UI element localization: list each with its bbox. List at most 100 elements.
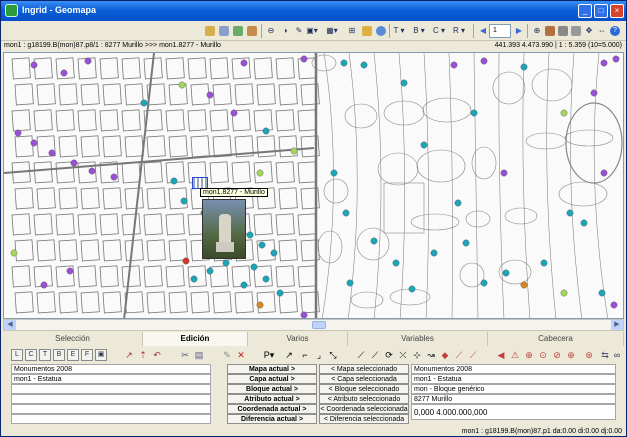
map-marker[interactable]: [88, 167, 96, 175]
toggle-icon[interactable]: ⇆: [599, 349, 611, 361]
select-icon[interactable]: ⇡: [137, 349, 149, 361]
hand-icon[interactable]: [544, 24, 556, 38]
map-marker[interactable]: [230, 109, 238, 117]
bloque-seleccionado-button[interactable]: < Bloque seleccionado: [319, 384, 409, 394]
p-menu[interactable]: P▾: [263, 349, 275, 361]
atributo-actual-button[interactable]: Atributo actual >: [227, 394, 317, 404]
map-marker[interactable]: [270, 249, 278, 257]
line-icon[interactable]: ↗: [283, 349, 295, 361]
undo-icon[interactable]: ↶: [151, 349, 163, 361]
map-marker[interactable]: [540, 259, 548, 267]
tab-edicion[interactable]: Edición: [143, 332, 248, 346]
map-canvas[interactable]: mon1.8277 - Murillo: [3, 52, 624, 319]
map-marker[interactable]: [470, 109, 478, 117]
map-marker[interactable]: [256, 169, 264, 177]
map-marker[interactable]: [566, 209, 574, 217]
diamond-icon[interactable]: ◆: [439, 349, 451, 361]
maximize-button[interactable]: □: [594, 4, 608, 18]
map-marker[interactable]: [182, 257, 190, 265]
map-marker[interactable]: [250, 263, 258, 271]
map-marker[interactable]: [262, 275, 270, 283]
scroll-right-icon[interactable]: ▶: [611, 320, 623, 330]
eye-icon[interactable]: [570, 24, 582, 38]
map-marker[interactable]: [502, 269, 510, 277]
map-marker[interactable]: [590, 89, 598, 97]
map-marker[interactable]: [30, 61, 38, 69]
bloque-actual-button[interactable]: Bloque actual >: [227, 384, 317, 394]
tool-f-icon[interactable]: F: [81, 349, 93, 361]
paint-icon[interactable]: ⟋: [467, 349, 479, 361]
grid-icon[interactable]: ▦▾: [326, 24, 338, 38]
map-marker[interactable]: [262, 127, 270, 135]
map-marker[interactable]: [500, 169, 508, 177]
draw-line-icon[interactable]: ⟋: [355, 349, 367, 361]
tool-e-icon[interactable]: E: [67, 349, 79, 361]
map-marker[interactable]: [30, 139, 38, 147]
map-hscrollbar[interactable]: ◀ ▶: [3, 319, 624, 331]
pan-icon[interactable]: ✥: [583, 24, 595, 38]
capa-actual-button[interactable]: Capa actual >: [227, 374, 317, 384]
prev-page-icon[interactable]: ◀: [477, 24, 489, 38]
split-icon[interactable]: ⤡: [327, 349, 339, 361]
street-map[interactable]: [4, 53, 624, 319]
delete-icon[interactable]: ✕: [235, 349, 247, 361]
pencil-icon[interactable]: ✎: [221, 349, 233, 361]
target-icon[interactable]: ⊕: [531, 24, 543, 38]
map-marker[interactable]: [454, 199, 462, 207]
tool-b-icon[interactable]: B: [53, 349, 65, 361]
scroll-left-icon[interactable]: ◀: [4, 320, 16, 330]
stop-icon[interactable]: ⊘: [551, 349, 563, 361]
map-marker[interactable]: [342, 209, 350, 217]
map-marker[interactable]: [346, 279, 354, 287]
next-page-icon[interactable]: ▶: [513, 24, 525, 38]
move-icon[interactable]: ⇔: [596, 24, 608, 38]
map-marker[interactable]: [66, 267, 74, 275]
map-marker[interactable]: [60, 69, 68, 77]
map-marker[interactable]: [598, 289, 606, 297]
map-marker[interactable]: [240, 59, 248, 67]
capa-seleccionada-button[interactable]: < Capa seleccionada: [319, 374, 409, 384]
scissors-icon[interactable]: ✂: [179, 349, 191, 361]
map-marker[interactable]: [222, 259, 230, 267]
globe-icon[interactable]: [375, 24, 387, 38]
map-marker[interactable]: [330, 169, 338, 177]
map-marker[interactable]: [392, 259, 400, 267]
join-icon[interactable]: ⊹: [411, 349, 423, 361]
draw-ray-icon[interactable]: ⟋: [369, 349, 381, 361]
corner-icon[interactable]: ⌟: [313, 349, 325, 361]
map-marker[interactable]: [84, 57, 92, 65]
export-icon[interactable]: [246, 24, 258, 38]
tool-t-icon[interactable]: T: [39, 349, 51, 361]
map-marker[interactable]: [40, 281, 48, 289]
diferencia-actual-button[interactable]: Diferencia actual >: [227, 414, 317, 424]
map-marker[interactable]: [560, 109, 568, 117]
back-icon[interactable]: ◀: [495, 349, 507, 361]
map-marker[interactable]: [206, 91, 214, 99]
map-marker[interactable]: [300, 311, 308, 318]
tab-varios[interactable]: Varios: [248, 332, 348, 346]
mapa-seleccionado-button[interactable]: < Mapa seleccionado: [319, 364, 409, 374]
map-marker[interactable]: [370, 237, 378, 245]
map-marker[interactable]: [206, 267, 214, 275]
circle-icon[interactable]: ⊖: [265, 24, 277, 38]
map-marker[interactable]: [580, 219, 588, 227]
nav-icon[interactable]: ⊕: [523, 349, 535, 361]
map-marker[interactable]: [246, 231, 254, 239]
target-edit-icon[interactable]: ⊕: [565, 349, 577, 361]
page-input[interactable]: 1: [489, 24, 511, 38]
atributo-seleccionado-button[interactable]: < Atributo seleccionado: [319, 394, 409, 404]
right-field[interactable]: 0,000 4.000.000,000: [411, 404, 616, 420]
zoom-icon[interactable]: [204, 24, 216, 38]
flag-icon[interactable]: ⊙: [537, 349, 549, 361]
brush-icon[interactable]: ⟋: [453, 349, 465, 361]
warning-icon[interactable]: ⚠: [509, 349, 521, 361]
map-marker[interactable]: [48, 149, 56, 157]
map-marker[interactable]: [170, 177, 178, 185]
map-marker[interactable]: [610, 301, 618, 309]
print-icon[interactable]: [218, 24, 230, 38]
tool-img-icon[interactable]: ▣: [95, 349, 107, 361]
menu-c[interactable]: C ▾: [433, 24, 445, 38]
map-marker[interactable]: [14, 129, 22, 137]
map-marker[interactable]: [600, 169, 608, 177]
scroll-thumb[interactable]: [312, 321, 326, 329]
